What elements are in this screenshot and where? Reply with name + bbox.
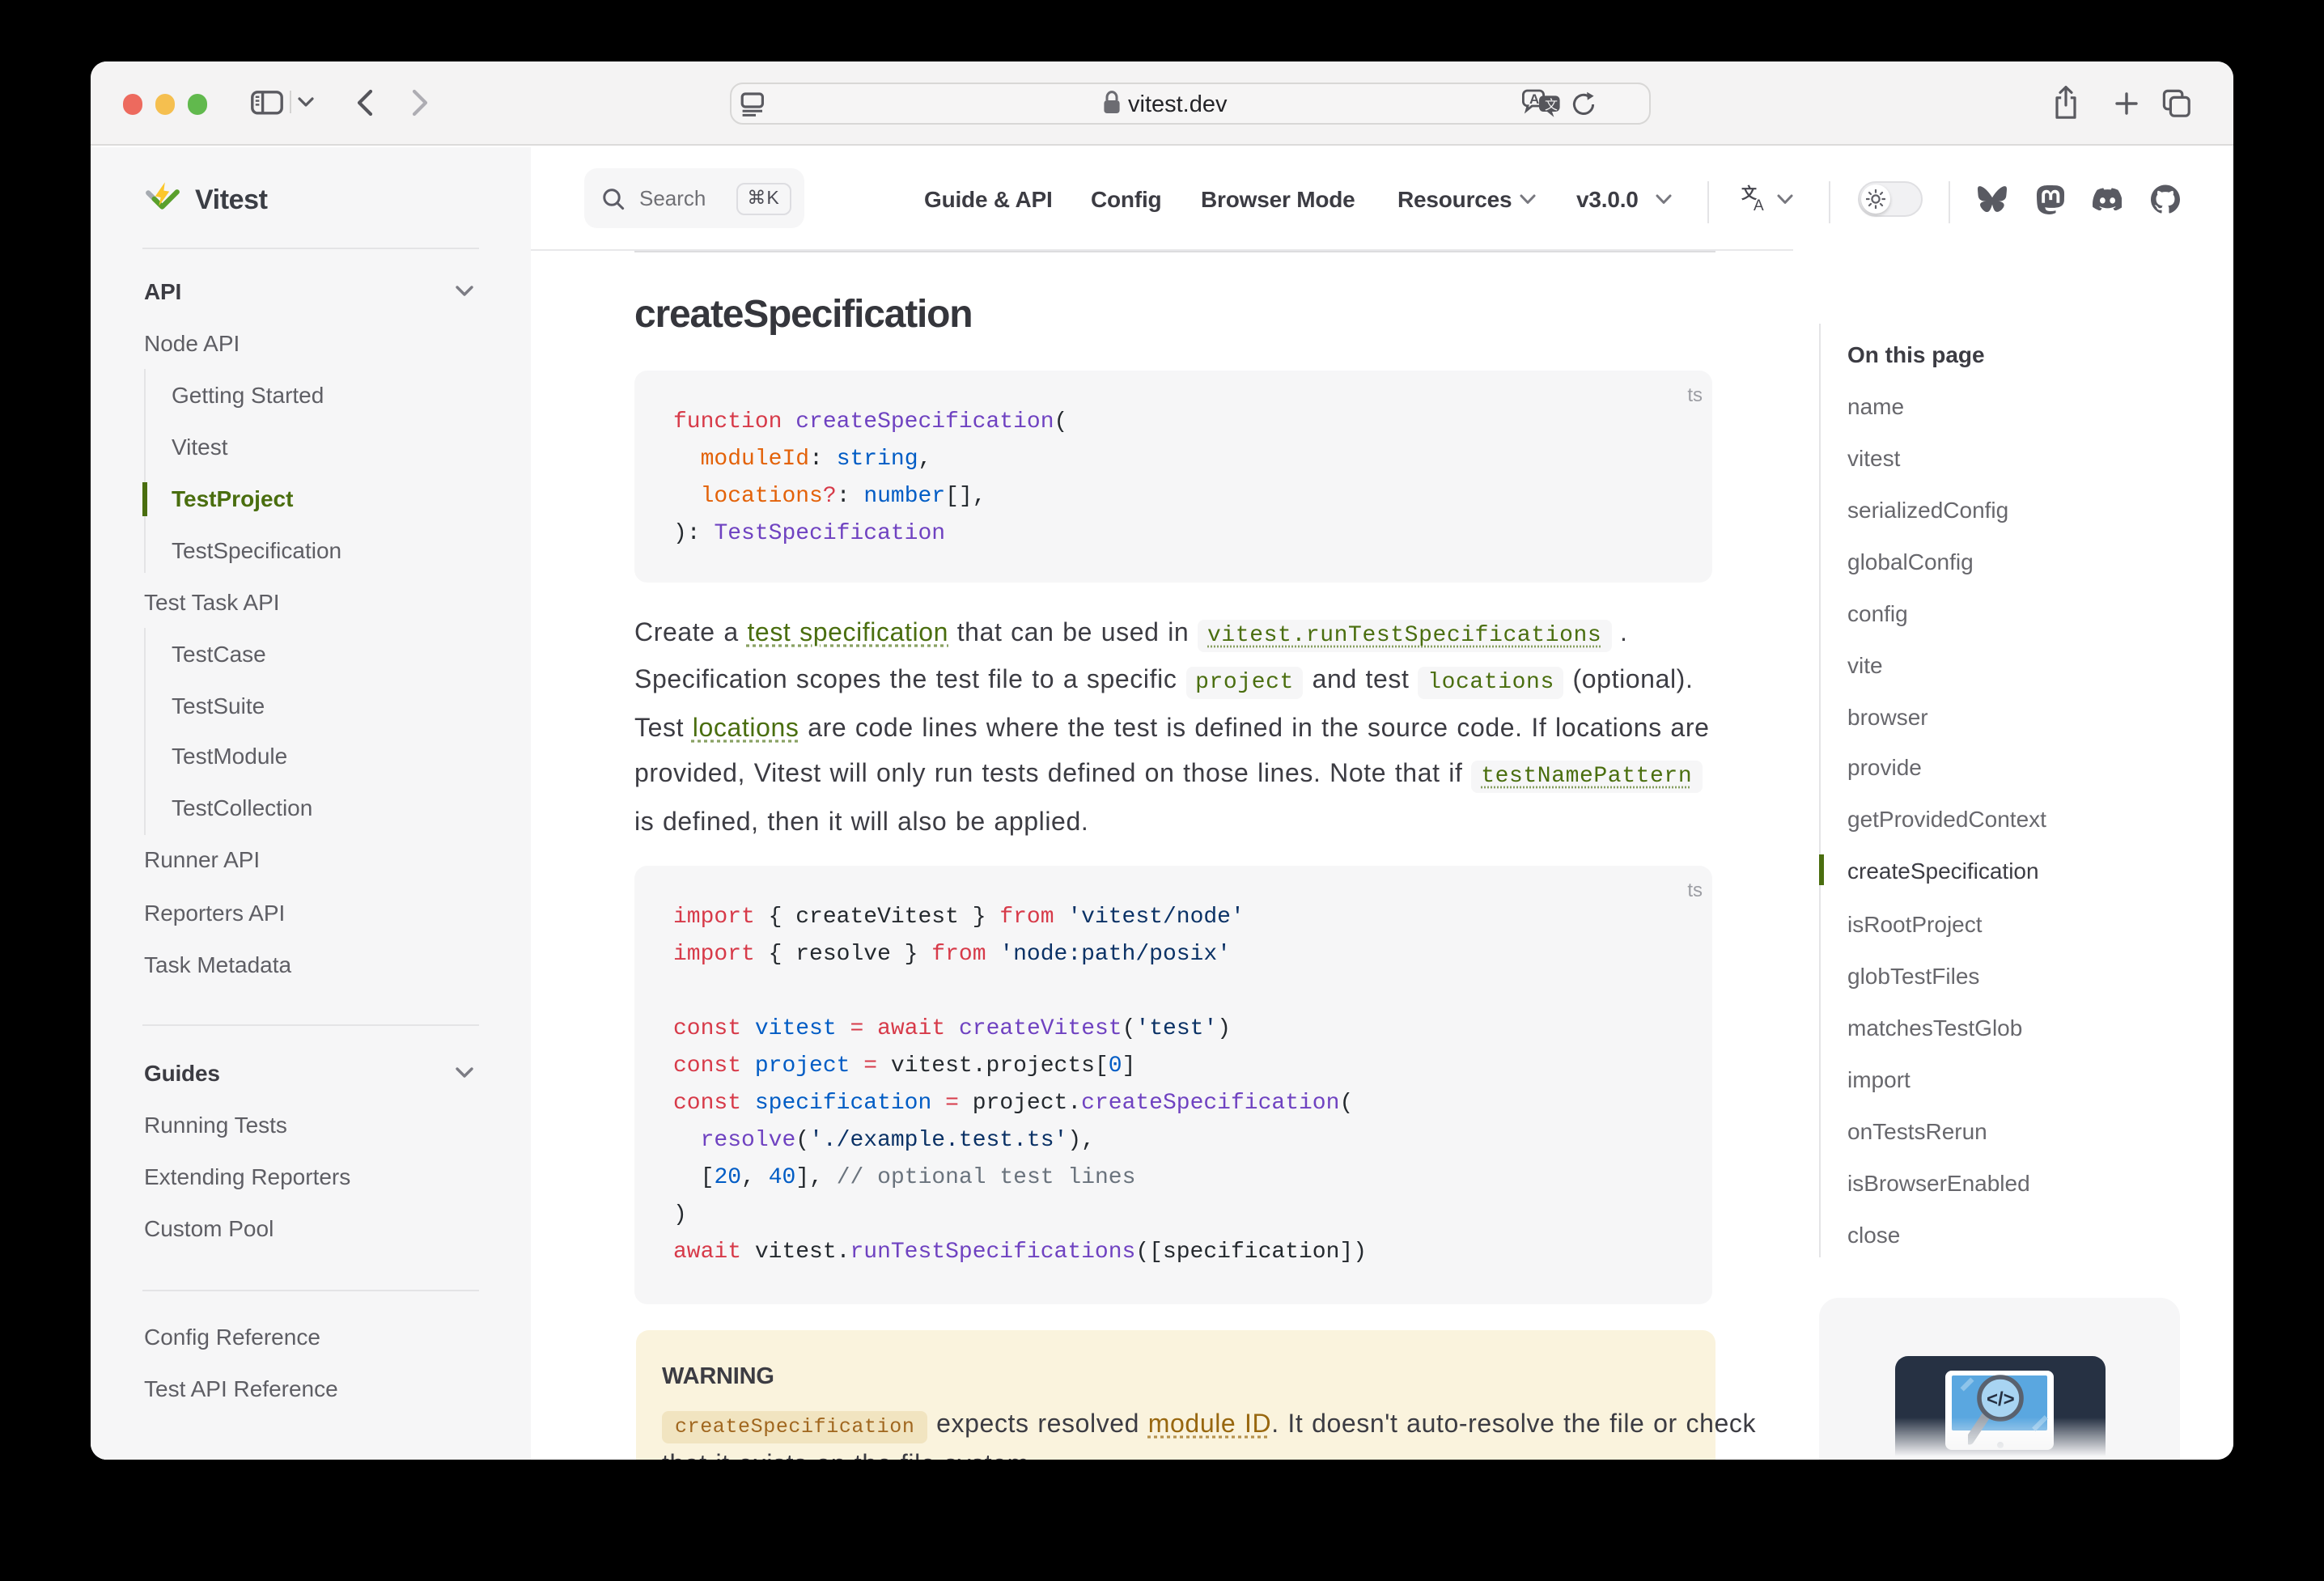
svg-text:文: 文 <box>1545 97 1558 112</box>
svg-text:</>: </> <box>1986 1388 2014 1410</box>
svg-text:A: A <box>1529 91 1539 106</box>
svg-text:A: A <box>1754 197 1764 212</box>
